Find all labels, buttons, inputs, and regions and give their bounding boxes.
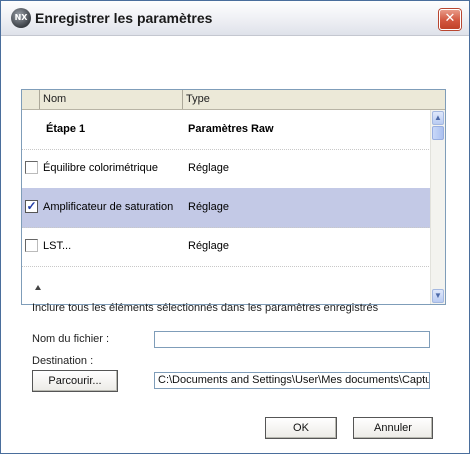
list-item[interactable]: Équilibre colorimétrique Réglage — [22, 149, 431, 189]
column-header-type[interactable]: Type — [183, 90, 445, 109]
list-header: Nom Type — [22, 90, 445, 110]
item-checkbox[interactable] — [25, 239, 38, 252]
close-button[interactable]: ✕ — [439, 9, 461, 30]
item-type: Réglage — [188, 201, 229, 213]
destination-path-field[interactable]: C:\Documents and Settings\User\Mes docum… — [154, 372, 430, 389]
item-name: Amplificateur de saturation — [43, 201, 174, 213]
item-type: Réglage — [188, 240, 229, 252]
list-scrollbar[interactable]: ▲ ▼ — [430, 110, 445, 304]
item-checkbox-checked[interactable]: ✓ — [25, 200, 38, 213]
item-name: LST... — [43, 240, 72, 252]
filename-label: Nom du fichier : — [32, 333, 110, 345]
destination-label: Destination : — [32, 355, 94, 367]
cancel-button[interactable]: Annuler — [353, 417, 433, 439]
settings-list: Nom Type Étape 1 Paramètres Raw Équilibr… — [21, 89, 446, 305]
item-name: Équilibre colorimétrique — [43, 162, 158, 174]
save-settings-dialog: NX Enregistrer les paramètres ✕ Nom Type… — [0, 0, 470, 454]
scroll-up-arrow-icon[interactable]: ▲ — [432, 111, 444, 125]
scroll-down-arrow-icon[interactable]: ▼ — [432, 289, 444, 303]
filename-input[interactable] — [154, 331, 430, 348]
nx-app-icon: NX — [11, 8, 31, 28]
group-name: Étape 1 — [46, 123, 86, 135]
list-rows: Étape 1 Paramètres Raw Équilibre colorim… — [22, 110, 431, 304]
scroll-thumb[interactable] — [432, 126, 444, 140]
browse-button[interactable]: Parcourir... — [32, 370, 118, 392]
include-selected-label: Inclure tous les éléments sélectionnés d… — [32, 302, 379, 314]
dialog-body: Nom Type Étape 1 Paramètres Raw Équilibr… — [1, 36, 469, 453]
title-bar[interactable]: NX Enregistrer les paramètres ✕ — [1, 1, 469, 36]
group-type: Paramètres Raw — [188, 123, 274, 135]
column-header-name[interactable]: Nom — [40, 90, 183, 109]
group-row-etape-1[interactable]: Étape 1 Paramètres Raw — [22, 110, 431, 150]
list-item-selected[interactable]: ✓ Amplificateur de saturation Réglage — [22, 188, 431, 228]
item-type: Réglage — [188, 162, 229, 174]
item-checkbox[interactable] — [25, 161, 38, 174]
window-title: Enregistrer les paramètres — [35, 10, 213, 26]
collapse-triangle-icon[interactable] — [35, 285, 41, 290]
header-check-column[interactable] — [22, 90, 40, 109]
list-item[interactable]: LST... Réglage — [22, 227, 431, 267]
ok-button[interactable]: OK — [265, 417, 337, 439]
